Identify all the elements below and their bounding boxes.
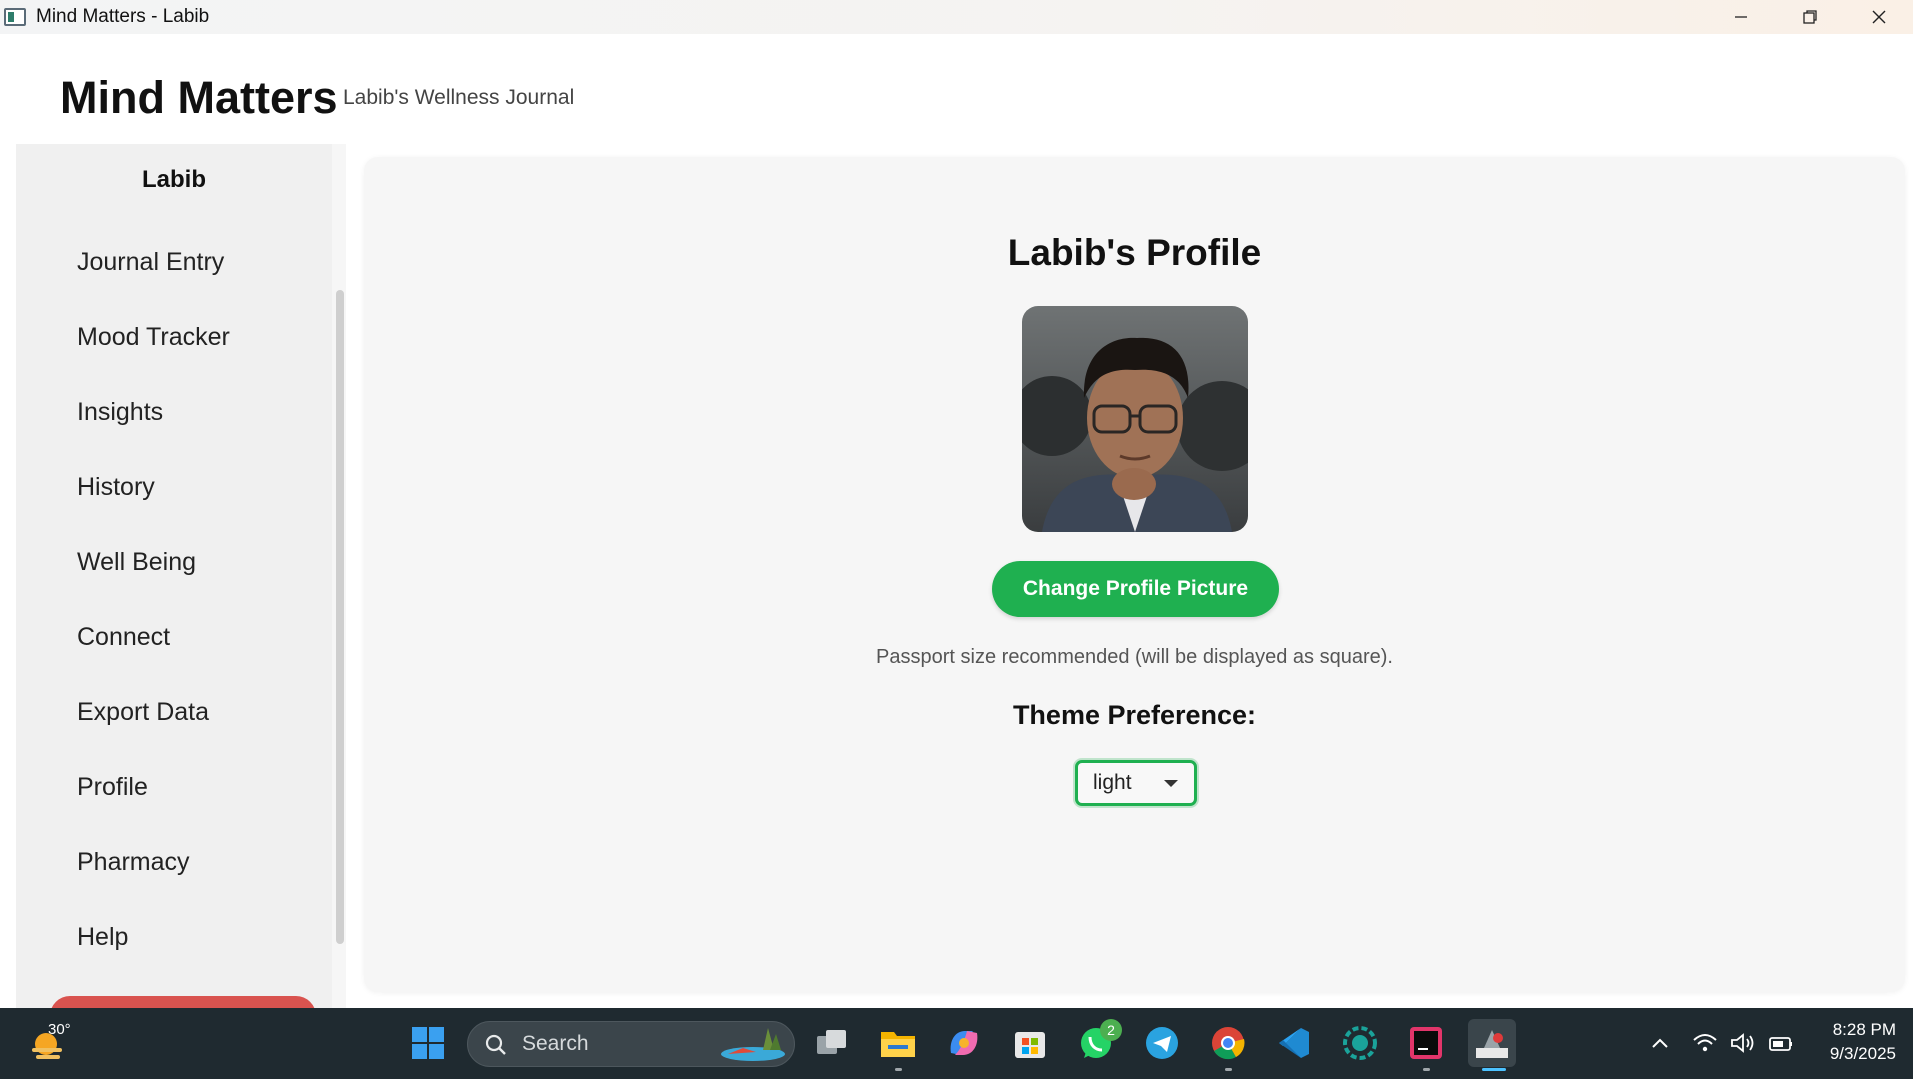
- sidebar-item-pharmacy[interactable]: Pharmacy: [77, 848, 190, 877]
- sidebar-scrollbar-thumb[interactable]: [336, 290, 344, 944]
- sidebar-item-history[interactable]: History: [77, 473, 155, 502]
- intellij-button[interactable]: [1402, 1019, 1450, 1067]
- profile-picture: [1022, 306, 1248, 532]
- search-highlight-icon: [721, 1028, 785, 1061]
- change-profile-picture-button[interactable]: Change Profile Picture: [992, 561, 1279, 617]
- volume-button[interactable]: [1724, 1019, 1762, 1067]
- sidebar-item-export-data[interactable]: Export Data: [77, 698, 209, 727]
- app-header: Mind Matters Labib's Wellness Journal: [0, 34, 1913, 144]
- windows-start-button[interactable]: [404, 1019, 452, 1067]
- java-app-button[interactable]: [1468, 1019, 1516, 1067]
- battery-button[interactable]: [1762, 1019, 1800, 1067]
- sidebar-item-mood-tracker[interactable]: Mood Tracker: [77, 323, 230, 352]
- brand-tagline: Labib's Wellness Journal: [343, 86, 575, 109]
- close-icon: [1872, 10, 1885, 24]
- file-explorer-button[interactable]: [874, 1019, 922, 1067]
- profile-card: Labib's Profile Change Profile Picture P…: [364, 157, 1905, 992]
- microsoft-store-icon: [1015, 1032, 1045, 1058]
- running-indicator: [1423, 1068, 1430, 1071]
- theme-preference-label: Theme Preference:: [1012, 700, 1257, 730]
- file-explorer-icon: [881, 1032, 915, 1057]
- taskbar-search-box[interactable]: [467, 1021, 795, 1067]
- close-button[interactable]: [1844, 0, 1913, 34]
- sidebar-username: Labib: [142, 166, 206, 193]
- sidebar-item-help[interactable]: Help: [77, 923, 128, 952]
- window-controls: [1706, 0, 1913, 34]
- restore-button[interactable]: [1775, 0, 1844, 34]
- sidebar-item-well-being[interactable]: Well Being: [77, 548, 196, 577]
- volume-icon: [1731, 1033, 1754, 1053]
- chrome-button[interactable]: [1204, 1019, 1252, 1067]
- task-view-icon: [817, 1030, 846, 1054]
- brand-title: Mind Matters: [60, 72, 338, 123]
- battery-icon: [1769, 1037, 1792, 1051]
- minimize-button[interactable]: [1706, 0, 1775, 34]
- microsoft-store-button[interactable]: [1006, 1019, 1054, 1067]
- java-app-icon: [1476, 1030, 1508, 1058]
- clock-time[interactable]: 8:28 PM: [1812, 1020, 1896, 1040]
- sidebar-item-profile[interactable]: Profile: [77, 773, 148, 802]
- intellij-icon: [1410, 1027, 1442, 1059]
- sidebar-item-insights[interactable]: Insights: [77, 398, 163, 427]
- minimize-icon: [1734, 16, 1747, 18]
- app-icon: [1343, 1026, 1377, 1060]
- chrome-icon: [1212, 1027, 1245, 1060]
- chevron-down-icon: [1164, 780, 1178, 787]
- logout-button[interactable]: [50, 996, 316, 1008]
- copilot-button[interactable]: [940, 1019, 988, 1067]
- vscode-button[interactable]: [1270, 1019, 1318, 1067]
- sidebar-item-journal-entry[interactable]: Journal Entry: [77, 248, 224, 277]
- page-title: Labib's Profile: [1007, 232, 1262, 273]
- clock-date[interactable]: 9/3/2025: [1812, 1044, 1896, 1064]
- restore-icon: [1802, 10, 1817, 24]
- window-titlebar: Mind Matters - Labib: [0, 0, 1913, 34]
- windows-start-icon: [412, 1027, 444, 1059]
- telegram-icon: [1146, 1027, 1178, 1059]
- photo-size-hint: Passport size recommended (will be displ…: [876, 646, 1393, 668]
- theme-select[interactable]: light: [1075, 760, 1197, 806]
- app-button[interactable]: [1336, 1019, 1384, 1067]
- weather-temperature: 30°: [48, 1021, 71, 1038]
- window-title: Mind Matters - Labib: [36, 6, 210, 27]
- running-indicator: [895, 1068, 902, 1071]
- vscode-icon: [1279, 1028, 1309, 1058]
- search-label: Search: [522, 1032, 589, 1055]
- active-app-indicator: [1482, 1068, 1506, 1071]
- telegram-button[interactable]: [1138, 1019, 1186, 1067]
- sidebar-item-connect[interactable]: Connect: [77, 623, 170, 652]
- search-icon: [485, 1034, 506, 1055]
- copilot-icon: [950, 1031, 978, 1055]
- sidebar: Labib Journal Entry Mood Tracker Insight…: [16, 144, 332, 1008]
- wifi-icon: [1693, 1034, 1717, 1052]
- whatsapp-badge: 2: [1100, 1019, 1122, 1041]
- wifi-button[interactable]: [1686, 1019, 1724, 1067]
- show-hidden-icons-button[interactable]: [1636, 1019, 1684, 1067]
- task-view-button[interactable]: [808, 1019, 856, 1067]
- theme-select-value: light: [1093, 771, 1132, 794]
- running-indicator: [1225, 1068, 1232, 1071]
- chevron-up-icon: [1652, 1038, 1668, 1048]
- app-window-icon: [4, 8, 26, 26]
- profile-photo-image: [1022, 306, 1248, 532]
